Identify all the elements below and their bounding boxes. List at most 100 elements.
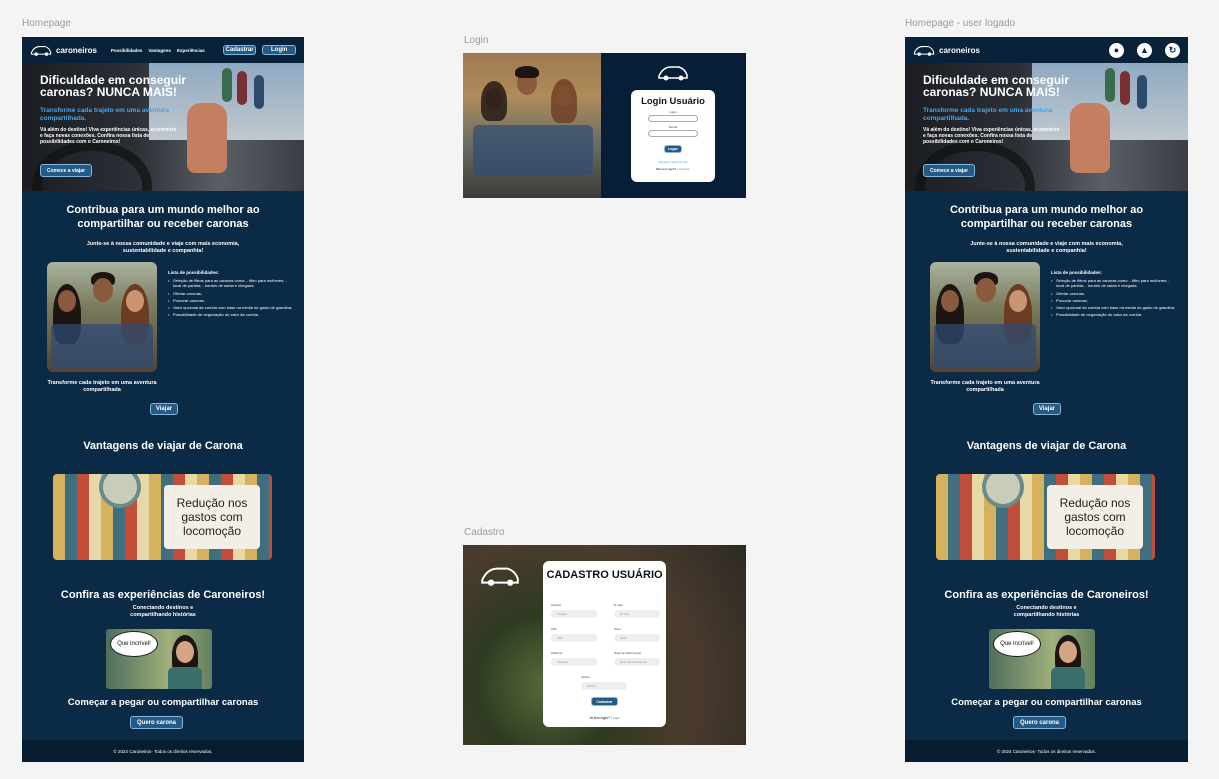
- experiences-title: Confira as experiências de Caroneiros!: [60, 589, 266, 601]
- footer: © 2024 Caroneiros- Todos os direitos res…: [905, 740, 1188, 762]
- possibility-item: Ofertar caronas;: [1051, 291, 1176, 296]
- possibility-item: Procurar caronas;: [168, 298, 293, 303]
- login-card: Login Usuário Login Senha Logar Esqueci …: [631, 90, 715, 182]
- nav-link-vantagens[interactable]: Vantagens: [148, 48, 171, 53]
- possibility-item: Seleção de filtros para as caronas como:…: [1051, 278, 1176, 288]
- waving-hand-image: [187, 103, 227, 173]
- photo-caption: Transforme cada trajeto em uma aventura …: [47, 380, 157, 393]
- hero-title: Dificuldade em conseguir caronas? NUNCA …: [40, 73, 187, 99]
- possibility-item: Possibilidade de negociação do valor da …: [1051, 312, 1176, 317]
- login-submit-button[interactable]: Logar: [664, 145, 682, 153]
- speech-bubble: Que incrível!: [110, 631, 158, 657]
- brand-logo[interactable]: caroneiros: [913, 42, 980, 58]
- login-frame: Login Usuário Login Senha Logar Esqueci …: [463, 53, 746, 198]
- nav-link-possibilidades[interactable]: Possibilidades: [111, 48, 143, 53]
- hero-title: Dificuldade em conseguir caronas? NUNCA …: [923, 73, 1070, 99]
- user-icons: ● ▲ ↻: [1109, 42, 1180, 58]
- login-link[interactable]: Logar: [611, 716, 620, 720]
- possibility-item: Valor opcional da corrida com base na mé…: [168, 305, 293, 310]
- field-nascimento[interactable]: Data de Nascimento Data de Nascimento: [614, 651, 660, 666]
- frame-label-homepage: Homepage: [22, 18, 71, 29]
- field-sexo[interactable]: Sexo Sexo: [614, 627, 660, 642]
- advantages-title: Vantagens de viajar de Carona: [83, 440, 243, 452]
- car-logo-icon: [30, 46, 52, 56]
- advantage-card: Redução nos gastos com locomoção: [1047, 485, 1143, 549]
- hero-subtitle: Transforme cada trajeto em uma aventura …: [40, 107, 169, 122]
- field-senha[interactable]: Senha Senha: [581, 675, 627, 690]
- cta-title: Começar a pegar ou compartilhar caronas: [951, 697, 1142, 708]
- students-photo: [463, 53, 601, 198]
- experiences-subtitle: Conectando destinos e compartilhando his…: [130, 605, 196, 618]
- field-email[interactable]: E-mail E-mail: [614, 603, 660, 618]
- login-pass-input[interactable]: [648, 130, 698, 137]
- cadastro-card: CADASTRO USUÁRIO Usuário Usuário E-mail E-…: [543, 561, 666, 727]
- possibility-item: Seleção de filtros para as caronas como:…: [168, 278, 293, 288]
- possibility-item: Possibilidade de negociação do valor da …: [168, 312, 293, 317]
- experiences-subtitle: Conectando destinos e compartilhando his…: [1013, 605, 1080, 618]
- frame-label-login: Login: [464, 35, 489, 46]
- login-pass-label: Senha: [668, 125, 678, 129]
- want-ride-button[interactable]: Quero carona: [130, 716, 183, 729]
- history-icon[interactable]: ↻: [1165, 42, 1180, 58]
- navbar: caroneiros ● ▲ ↻: [905, 37, 1188, 63]
- signup-link[interactable]: Cadastrar: [677, 167, 690, 171]
- advantage-card: Redução nos gastos com locomoção: [164, 485, 260, 549]
- advantages-banner: Redução nos gastos com locomoção: [53, 474, 272, 560]
- login-button[interactable]: Login: [262, 45, 296, 55]
- start-travel-button[interactable]: Comece a viajar: [923, 164, 975, 177]
- advantages-title: Vantagens de viajar de Carona: [966, 440, 1127, 452]
- navbar: caroneiros Possibilidades Vantagens Expe…: [22, 37, 304, 63]
- frame-label-homepage-logged: Homepage - user logado: [905, 18, 1016, 29]
- speech-bubble: Que incrível!: [993, 631, 1041, 657]
- hero-section: Dificuldade em conseguir caronas? NUNCA …: [22, 63, 304, 191]
- start-travel-button[interactable]: Comece a viajar: [40, 164, 92, 177]
- footer-text: © 2024 Caroneiros- Todos os direitos res…: [113, 748, 213, 754]
- car-logo-icon: [913, 46, 935, 56]
- students-photo: [47, 262, 157, 372]
- possibilities-title: Lista de possibilidades:: [1051, 270, 1103, 275]
- brand-logo[interactable]: caroneiros: [30, 42, 97, 58]
- experience-photo: Que incrível!: [106, 629, 212, 689]
- field-cpf[interactable]: CPF CPF: [551, 627, 597, 642]
- possibilities-list: Lista de possibilidades: Seleção de filt…: [1051, 270, 1176, 319]
- field-usuario[interactable]: Usuário Usuário: [551, 603, 597, 618]
- login-user-input[interactable]: [648, 115, 698, 122]
- cta-title: Começar a pegar ou compartilhar caronas: [67, 697, 259, 708]
- cadastro-frame: CADASTRO USUÁRIO Usuário Usuário E-mail E-…: [463, 545, 746, 745]
- photo-caption: Transforme cada trajeto em uma aventura …: [930, 380, 1040, 393]
- hero-section: Dificuldade em conseguir caronas? NUNCA …: [905, 63, 1188, 191]
- homepage-logged-frame: caroneiros ● ▲ ↻ Dificuldade em consegui…: [905, 37, 1188, 762]
- nav-links: Possibilidades Vantagens Experiências: [111, 48, 205, 53]
- have-login-text: Já tem login? Logar: [589, 716, 620, 720]
- signup-button[interactable]: Cadastrar: [222, 45, 257, 55]
- car-icon[interactable]: ▲: [1137, 42, 1152, 58]
- user-icon[interactable]: ●: [1109, 42, 1124, 58]
- forgot-password-link[interactable]: Esqueci minha senha: [631, 160, 715, 164]
- travel-button[interactable]: Viajar: [150, 403, 178, 415]
- car-logo-icon: [658, 66, 688, 81]
- footer: © 2024 Caroneiros- Todos os direitos res…: [22, 740, 304, 762]
- students-photo: [930, 262, 1040, 372]
- contrib-subtitle: Junte-se à nossa comunidade e viaje com …: [970, 241, 1123, 254]
- hero-description: Vá além do destino! Viva experiências ún…: [40, 127, 177, 145]
- no-account-text: Não tem login? Cadastrar: [655, 167, 691, 171]
- login-user-label: Login: [669, 110, 677, 114]
- travel-button[interactable]: Viajar: [1033, 403, 1061, 415]
- hero-subtitle: Transforme cada trajeto em uma aventura …: [923, 107, 1052, 122]
- nav-link-experiencias[interactable]: Experiências: [177, 48, 205, 53]
- login-side-panel: Login Usuário Login Senha Logar Esqueci …: [601, 53, 746, 198]
- want-ride-button[interactable]: Quero carona: [1013, 716, 1066, 729]
- hero-description: Vá além do destino! Viva experiências ún…: [923, 127, 1060, 145]
- experiences-title: Confira as experiências de Caroneiros!: [944, 589, 1149, 601]
- contrib-title: Contribua para um mundo melhor ao compar…: [949, 204, 1144, 230]
- cadastro-submit-button[interactable]: Cadastrar: [591, 697, 618, 706]
- possibility-item: Valor opcional da corrida com base na mé…: [1051, 305, 1176, 310]
- possibilities-title: Lista de possibilidades:: [168, 270, 220, 275]
- cadastro-title: CADASTRO USUÁRIO: [546, 569, 663, 581]
- waving-hand-image: [1070, 103, 1110, 173]
- field-telefone[interactable]: Telefone Telefone: [551, 651, 597, 666]
- login-title: Login Usuário: [641, 96, 705, 107]
- possibility-item: Ofertar caronas;: [168, 291, 293, 296]
- possibility-item: Procurar caronas;: [1051, 298, 1176, 303]
- contrib-title: Contribua para um mundo melhor ao compar…: [66, 204, 260, 230]
